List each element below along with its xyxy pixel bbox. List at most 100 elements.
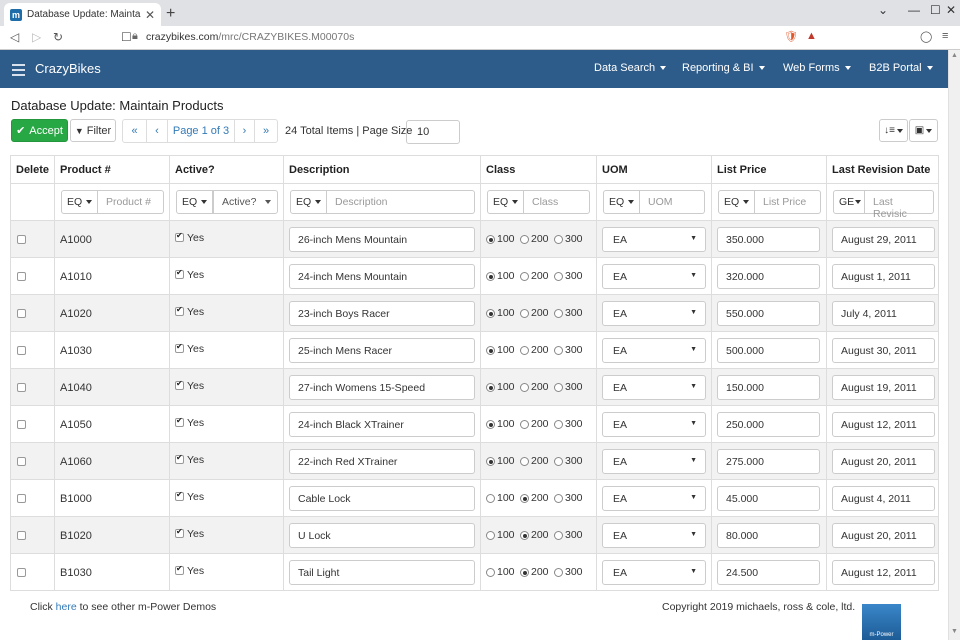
product-filter-op[interactable]: EQ bbox=[61, 190, 98, 214]
last-revision-input[interactable]: August 29, 2011 bbox=[832, 227, 935, 252]
uom-filter-op[interactable]: EQ bbox=[603, 190, 640, 214]
active-checkbox[interactable] bbox=[175, 416, 184, 427]
description-filter-op[interactable]: EQ bbox=[290, 190, 327, 214]
class-radio-300[interactable] bbox=[554, 235, 563, 244]
delete-checkbox[interactable] bbox=[17, 457, 26, 466]
delete-checkbox[interactable] bbox=[17, 420, 26, 429]
vertical-scrollbar[interactable]: ▲ ▼ bbox=[948, 50, 960, 640]
list-price-input[interactable]: 150.000 bbox=[717, 375, 820, 400]
description-input[interactable]: 27-inch Womens 15-Speed bbox=[289, 375, 475, 400]
uom-select[interactable]: EA ▼ bbox=[602, 264, 706, 289]
page-size-input[interactable]: 10 bbox=[406, 120, 460, 144]
list-price-input[interactable]: 80.000 bbox=[717, 523, 820, 548]
class-radio-100[interactable] bbox=[486, 383, 495, 392]
next-page-icon[interactable]: › bbox=[235, 120, 255, 142]
scroll-down-icon[interactable]: ▼ bbox=[951, 628, 958, 635]
last-revision-input[interactable]: August 12, 2011 bbox=[832, 560, 935, 585]
prev-page-icon[interactable]: ‹ bbox=[147, 120, 168, 142]
description-input[interactable]: Tail Light bbox=[289, 560, 475, 585]
bookmark-icon[interactable]: ☐ bbox=[121, 30, 132, 44]
delete-checkbox[interactable] bbox=[17, 568, 26, 577]
sort-button[interactable]: ↓≡ bbox=[879, 119, 908, 142]
last-revision-input[interactable]: August 1, 2011 bbox=[832, 264, 935, 289]
class-radio-200[interactable] bbox=[520, 457, 529, 466]
header-uom[interactable]: UOM bbox=[596, 156, 711, 183]
url-field[interactable]: crazybikes.com/mrc/CRAZYBIKES.M00070s bbox=[146, 31, 354, 43]
class-radio-300[interactable] bbox=[554, 420, 563, 429]
active-checkbox[interactable] bbox=[175, 305, 184, 316]
class-radio-200[interactable] bbox=[520, 568, 529, 577]
brand-name[interactable]: CrazyBikes bbox=[35, 61, 101, 76]
class-radio-100[interactable] bbox=[486, 568, 495, 577]
delete-checkbox[interactable] bbox=[17, 272, 26, 281]
class-radio-200[interactable] bbox=[520, 383, 529, 392]
description-input[interactable]: 26-inch Mens Mountain bbox=[289, 227, 475, 252]
accept-button[interactable]: ✔ Accept bbox=[11, 119, 68, 142]
class-radio-300[interactable] bbox=[554, 568, 563, 577]
new-tab-icon[interactable]: + bbox=[166, 5, 175, 23]
class-radio-300[interactable] bbox=[554, 383, 563, 392]
active-checkbox[interactable] bbox=[175, 268, 184, 279]
class-radio-300[interactable] bbox=[554, 457, 563, 466]
back-icon[interactable]: ◁ bbox=[10, 30, 19, 44]
uom-select[interactable]: EA ▼ bbox=[602, 523, 706, 548]
active-checkbox[interactable] bbox=[175, 342, 184, 353]
product-filter-input[interactable]: Product # bbox=[98, 190, 164, 214]
reload-icon[interactable]: ↻ bbox=[53, 30, 63, 44]
list-price-filter-input[interactable]: List Price bbox=[755, 190, 821, 214]
menu-data-search[interactable]: Data Search bbox=[594, 62, 667, 74]
class-radio-300[interactable] bbox=[554, 531, 563, 540]
active-checkbox[interactable] bbox=[175, 527, 184, 538]
last-revision-filter-input[interactable]: Last Revisic bbox=[865, 190, 934, 220]
list-price-input[interactable]: 275.000 bbox=[717, 449, 820, 474]
class-radio-300[interactable] bbox=[554, 494, 563, 503]
menu-b2b-portal[interactable]: B2B Portal bbox=[869, 62, 933, 74]
class-filter-input[interactable]: Class bbox=[524, 190, 590, 214]
uom-filter-input[interactable]: UOM bbox=[640, 190, 705, 214]
class-radio-100[interactable] bbox=[486, 272, 495, 281]
last-revision-input[interactable]: August 20, 2011 bbox=[832, 449, 935, 474]
first-page-icon[interactable]: « bbox=[123, 120, 147, 142]
uom-select[interactable]: EA ▼ bbox=[602, 412, 706, 437]
delete-checkbox[interactable] bbox=[17, 494, 26, 503]
uom-select[interactable]: EA ▼ bbox=[602, 449, 706, 474]
list-price-input[interactable]: 550.000 bbox=[717, 301, 820, 326]
class-filter-op[interactable]: EQ bbox=[487, 190, 524, 214]
description-input[interactable]: 24-inch Mens Mountain bbox=[289, 264, 475, 289]
delete-checkbox[interactable] bbox=[17, 235, 26, 244]
header-last-revision[interactable]: Last Revision Date bbox=[826, 156, 939, 183]
class-radio-300[interactable] bbox=[554, 272, 563, 281]
last-page-icon[interactable]: » bbox=[255, 120, 277, 142]
active-checkbox[interactable] bbox=[175, 490, 184, 501]
active-filter-select[interactable]: Active? bbox=[213, 190, 278, 214]
class-radio-100[interactable] bbox=[486, 346, 495, 355]
hamburger-menu-icon[interactable] bbox=[12, 64, 25, 79]
class-radio-200[interactable] bbox=[520, 346, 529, 355]
list-price-input[interactable]: 320.000 bbox=[717, 264, 820, 289]
here-link[interactable]: here bbox=[56, 601, 77, 613]
class-radio-100[interactable] bbox=[486, 235, 495, 244]
maximize-icon[interactable]: ☐ bbox=[930, 3, 941, 17]
export-button[interactable]: ▣ bbox=[909, 119, 938, 142]
profile-icon[interactable]: ◯ bbox=[920, 30, 932, 43]
uom-select[interactable]: EA ▼ bbox=[602, 486, 706, 511]
uom-select[interactable]: EA ▼ bbox=[602, 560, 706, 585]
list-price-input[interactable]: 250.000 bbox=[717, 412, 820, 437]
delete-checkbox[interactable] bbox=[17, 531, 26, 540]
menu-icon[interactable]: ≡ bbox=[942, 30, 948, 42]
class-radio-200[interactable] bbox=[520, 420, 529, 429]
window-dropdown-icon[interactable]: ⌄ bbox=[878, 3, 888, 17]
description-input[interactable]: 23-inch Boys Racer bbox=[289, 301, 475, 326]
class-radio-100[interactable] bbox=[486, 309, 495, 318]
class-radio-200[interactable] bbox=[520, 272, 529, 281]
active-checkbox[interactable] bbox=[175, 564, 184, 575]
last-revision-input[interactable]: August 30, 2011 bbox=[832, 338, 935, 363]
active-filter-op[interactable]: EQ bbox=[176, 190, 213, 214]
uom-select[interactable]: EA ▼ bbox=[602, 338, 706, 363]
close-tab-icon[interactable]: ✕ bbox=[145, 8, 155, 22]
header-active[interactable]: Active? bbox=[169, 156, 283, 183]
header-description[interactable]: Description bbox=[283, 156, 480, 183]
menu-reporting-bi[interactable]: Reporting & BI bbox=[682, 62, 765, 74]
window-close-icon[interactable]: ✕ bbox=[946, 3, 956, 17]
scroll-up-icon[interactable]: ▲ bbox=[951, 52, 958, 59]
